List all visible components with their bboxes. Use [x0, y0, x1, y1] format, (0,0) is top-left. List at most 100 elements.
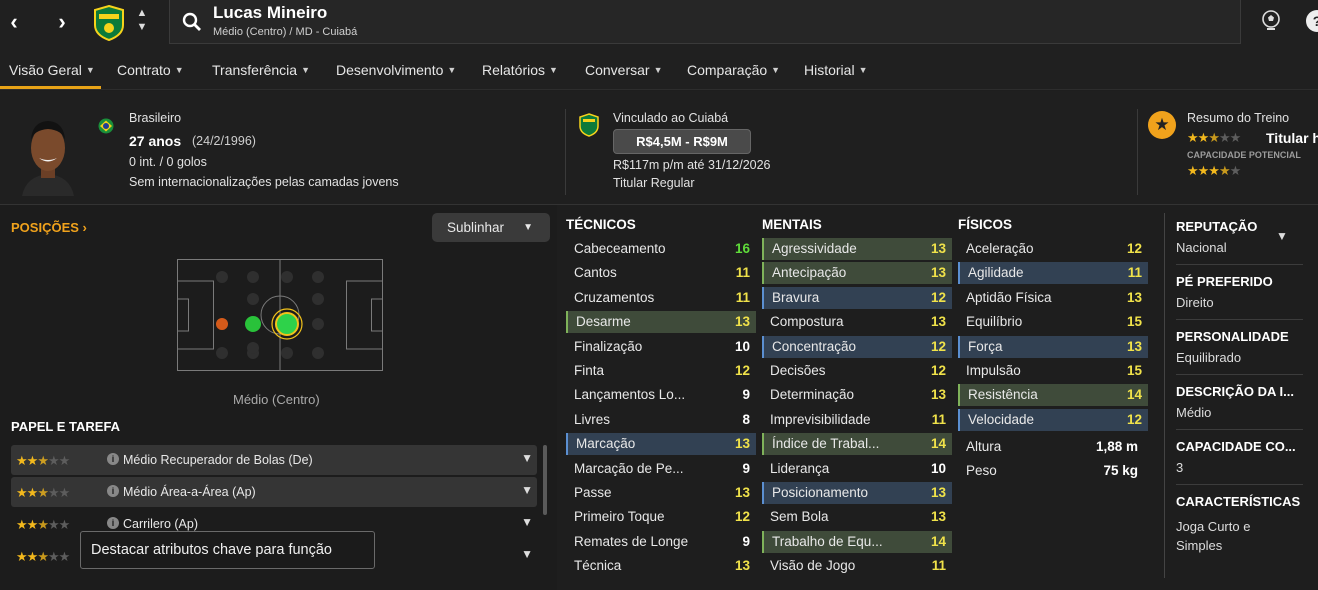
brazil-flag-icon — [98, 118, 114, 134]
attribute-name: Desarme — [576, 314, 631, 330]
attribute-row[interactable]: Passe 13 — [566, 482, 756, 504]
attribute-row[interactable]: Remates de Longe 9 — [566, 531, 756, 553]
role-duty-title: PAPEL E TAREFA — [11, 419, 121, 434]
height-label: Altura — [966, 439, 1002, 454]
highlight-dropdown[interactable]: Sublinhar ▼ — [432, 213, 550, 242]
chevron-down-icon[interactable]: ▼ — [521, 515, 533, 529]
chevron-down-icon: ▼ — [653, 65, 663, 75]
chevron-updown-icon[interactable]: ▲ ▼ — [134, 6, 150, 38]
role-name: Médio Recuperador de Bolas (De) — [123, 453, 313, 467]
attribute-row[interactable]: Força 13 — [958, 335, 1148, 358]
search-icon[interactable] — [182, 12, 202, 32]
attribute-row[interactable]: Trabalho de Equ... 14 — [762, 530, 952, 553]
attribute-row[interactable]: Antecipação 13 — [762, 262, 952, 285]
search-bar[interactable]: Lucas Mineiro Médio (Centro) / MD - Cuia… — [169, 0, 1241, 44]
player-subtitle: Médio (Centro) / MD - Cuiabá — [213, 26, 358, 38]
tab-conversar[interactable]: Conversar ▼ — [585, 62, 663, 78]
role-row[interactable]: ★★★★★ i Médio Recuperador de Bolas (De) … — [11, 445, 537, 475]
chevron-down-icon[interactable]: ▼ — [521, 483, 533, 497]
chevron-down-icon: ▼ — [174, 65, 184, 75]
club-badge-icon[interactable] — [93, 5, 125, 41]
attribute-row[interactable]: Decisões 12 — [762, 360, 952, 382]
weight-row: Peso 75 kg — [958, 460, 1148, 482]
attribute-row[interactable]: Índice de Trabal... 14 — [762, 433, 952, 456]
player-age: 27 anos — [129, 133, 182, 149]
attribute-name: Agressividade — [772, 241, 857, 256]
info-icon[interactable]: i — [107, 517, 119, 529]
attribute-row[interactable]: Liderança 10 — [762, 458, 952, 480]
attribute-name: Bravura — [772, 289, 820, 305]
attribute-row[interactable]: Determinação 13 — [762, 384, 952, 406]
info-icon[interactable]: i — [107, 485, 119, 497]
tab-comparacao[interactable]: Comparação ▼ — [687, 62, 780, 78]
tab-contrato[interactable]: Contrato ▼ — [117, 62, 184, 78]
attribute-row[interactable]: Finta 12 — [566, 360, 756, 382]
football-icon[interactable] — [1261, 10, 1281, 32]
attribute-row[interactable]: Imprevisibilidade 11 — [762, 409, 952, 431]
transfer-value-badge[interactable]: R$4,5M - R$9M — [613, 129, 751, 154]
back-arrow-icon[interactable]: ‹ — [0, 8, 28, 38]
height-value: 1,88 m — [1095, 439, 1138, 454]
tab-visao-geral[interactable]: Visão Geral ▼ — [9, 62, 95, 78]
attribute-row[interactable]: Marcação 13 — [566, 433, 756, 456]
attribute-value: 12 — [1126, 411, 1142, 427]
chevron-down-icon[interactable]: ▼ — [1276, 229, 1288, 243]
attribute-name: Finta — [574, 363, 605, 378]
attribute-name: Passe — [574, 485, 612, 500]
attribute-value: 13 — [930, 387, 946, 403]
tab-desenvolvimento[interactable]: Desenvolvimento ▼ — [336, 62, 456, 78]
star-icon: ★ — [1148, 111, 1176, 139]
attribute-row[interactable]: Livres 8 — [566, 409, 756, 431]
attribute-row[interactable]: Bravura 12 — [762, 286, 952, 309]
help-icon[interactable]: ? — [1306, 10, 1318, 32]
attribute-row[interactable]: Cruzamentos 11 — [566, 287, 756, 309]
attribute-row[interactable]: Primeiro Toque 12 — [566, 506, 756, 528]
attribute-row[interactable]: Cabeceamento 16 — [566, 238, 756, 260]
attribute-name: Força — [968, 338, 1003, 354]
tab-historial[interactable]: Historial ▼ — [804, 62, 868, 78]
attribute-row[interactable]: Agilidade 11 — [958, 262, 1148, 285]
separator — [1176, 319, 1303, 320]
attribute-row[interactable]: Velocidade 12 — [958, 408, 1148, 431]
role-name: Carrilero (Ap) — [123, 517, 199, 531]
scrollbar[interactable] — [543, 445, 547, 515]
chevron-down-icon[interactable]: ▼ — [521, 451, 533, 465]
tab-transferencia[interactable]: Transferência ▼ — [212, 62, 310, 78]
divider — [1137, 109, 1138, 195]
international-caps: 0 int. / 0 golos — [129, 155, 207, 169]
attribute-value: 11 — [735, 289, 750, 305]
preferred-foot-title: PÉ PREFERIDO — [1176, 274, 1273, 289]
attribute-row[interactable]: Sem Bola 13 — [762, 506, 952, 528]
forward-arrow-icon[interactable]: › — [48, 8, 76, 38]
attribute-row[interactable]: Marcação de Pe... 9 — [566, 458, 756, 480]
attribute-row[interactable]: Lançamentos Lo... 9 — [566, 384, 756, 406]
attribute-row[interactable]: Impulsão 15 — [958, 360, 1148, 382]
attribute-row[interactable]: Desarme 13 — [566, 311, 756, 334]
tab-relatorios[interactable]: Relatórios ▼ — [482, 62, 558, 78]
attribute-row[interactable]: Compostura 13 — [762, 311, 952, 333]
attribute-row[interactable]: Agressividade 13 — [762, 238, 952, 260]
attribute-value: 9 — [742, 533, 750, 549]
current-ability-title: CAPACIDADE CO... — [1176, 439, 1296, 454]
role-row[interactable]: ★★★★★ i Médio Área-a-Área (Ap) ▼ — [11, 477, 537, 507]
chevron-down-icon[interactable]: ▼ — [521, 547, 533, 561]
attribute-row[interactable]: Aceleração 12 — [958, 238, 1148, 260]
technical-title: TÉCNICOS — [566, 217, 636, 232]
attribute-row[interactable]: Posicionamento 13 — [762, 482, 952, 504]
role-stars: ★★★★★ — [16, 485, 70, 500]
attribute-row[interactable]: Resistência 14 — [958, 384, 1148, 407]
position-pitch[interactable] — [177, 259, 383, 371]
attribute-row[interactable]: Concentração 12 — [762, 335, 952, 358]
attribute-row[interactable]: Técnica 13 — [566, 555, 756, 577]
positions-title[interactable]: POSIÇÕES › — [11, 220, 87, 235]
attribute-row[interactable]: Visão de Jogo 11 — [762, 555, 952, 577]
attribute-row[interactable]: Aptidão Física 13 — [958, 287, 1148, 309]
info-icon[interactable]: i — [107, 453, 119, 465]
attribute-value: 13 — [930, 314, 946, 330]
attribute-row[interactable]: Equilíbrio 15 — [958, 311, 1148, 333]
attribute-row[interactable]: Cantos 11 — [566, 262, 756, 284]
attribute-name: Agilidade — [968, 265, 1024, 281]
divider — [1164, 213, 1165, 578]
player-photo[interactable] — [18, 108, 78, 196]
attribute-row[interactable]: Finalização 10 — [566, 336, 756, 358]
